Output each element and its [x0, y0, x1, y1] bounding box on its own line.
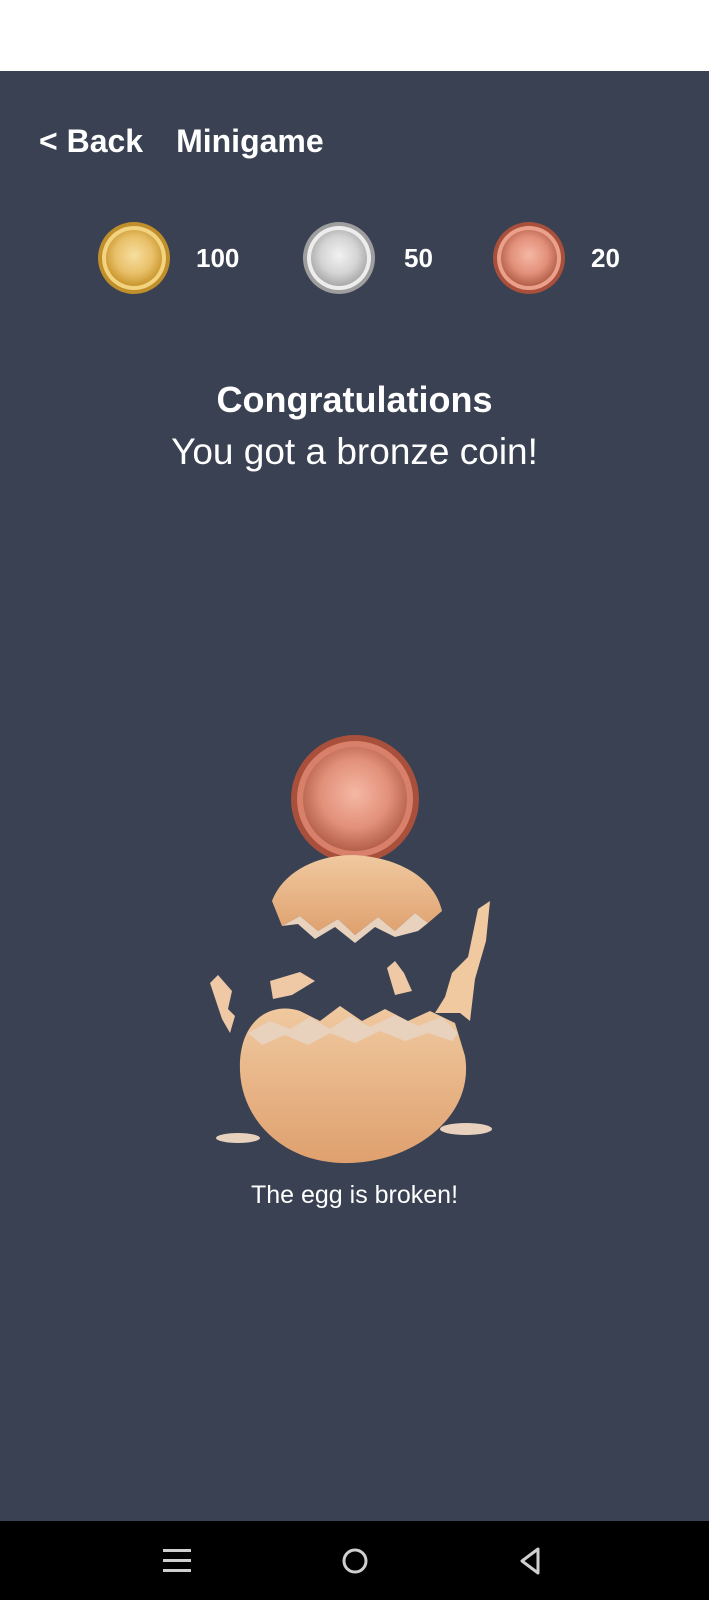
silver-coin-balance: 50 [301, 220, 433, 296]
bronze-coin-balance: 20 [491, 220, 620, 296]
result-message: You got a bronze coin! [171, 431, 538, 472]
coin-balance-row: 100 50 20 [0, 220, 709, 296]
back-button[interactable]: < Back [39, 123, 143, 160]
back-triangle-icon[interactable] [508, 1539, 552, 1583]
system-navigation-bar [0, 1521, 709, 1600]
minigame-screen: < Back Minigame 100 50 20 Congratulation… [0, 71, 709, 1521]
bronze-coin-count: 20 [591, 242, 620, 273]
gold-coin-count: 100 [196, 242, 240, 273]
status-bar [0, 0, 709, 71]
page-title: Minigame [176, 122, 324, 159]
congratulations-heading: Congratulations [216, 379, 493, 420]
prize-bronze-coin-icon [291, 735, 419, 863]
bronze-coin-icon [493, 222, 565, 294]
home-icon[interactable] [333, 1539, 377, 1583]
silver-coin-count: 50 [404, 242, 433, 273]
egg-status-text: The egg is broken! [250, 1181, 459, 1209]
recents-icon[interactable] [155, 1539, 199, 1583]
broken-egg-icon [210, 735, 492, 1164]
header: < Back Minigame [39, 121, 324, 161]
gold-coin-icon [98, 222, 170, 294]
gold-coin-balance: 100 [96, 220, 239, 296]
silver-coin-icon [303, 222, 375, 294]
